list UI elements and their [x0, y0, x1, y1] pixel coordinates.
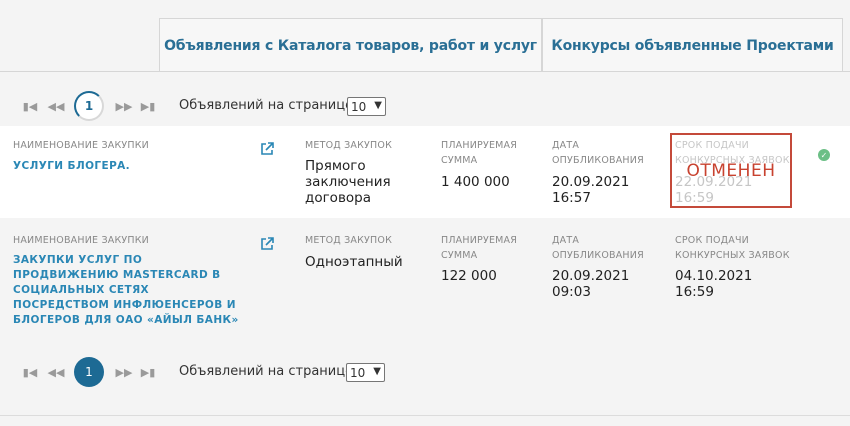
first-page-icon[interactable]: ▮◀ [20, 366, 40, 379]
last-page-icon[interactable]: ▶▮ [138, 366, 158, 379]
per-page-label: Объявлений на странице [179, 98, 354, 113]
check-circle-icon: ✓ [818, 149, 830, 161]
tab-catalog-announcements[interactable]: Объявления с Каталога товаров, работ и у… [159, 18, 542, 72]
stamp-text: ОТМЕНЕН [686, 161, 776, 181]
published-date-label: Дата опубликования [552, 140, 644, 166]
planned-sum-label: Планируемая сумма [441, 140, 518, 166]
method-value: Прямого заключения договора [305, 158, 391, 206]
last-page-icon[interactable]: ▶▮ [138, 100, 158, 113]
external-link-icon[interactable] [260, 237, 274, 251]
method-label: Метод закупок [305, 235, 393, 246]
per-page-select[interactable]: 10 ▼ [346, 363, 385, 382]
cancelled-stamp: ОТМЕНЕН [670, 133, 792, 208]
table-row: Наименование закупки Закупки услуг по пр… [0, 222, 850, 332]
method-value: Одноэтапный [305, 254, 403, 270]
external-link-icon[interactable] [260, 142, 274, 156]
per-page-select[interactable]: 10 ▼ [347, 97, 386, 116]
published-date-value: 20.09.2021 09:03 [552, 268, 630, 300]
per-page-value: 10 [351, 99, 367, 114]
pager-top: ▮◀ ◀◀ 1 ▶▶ ▶▮ Объявлений на странице 10 ▼ [0, 89, 850, 123]
published-date-label: Дата опубликования [552, 235, 644, 261]
deadline-label: Срок подачи конкурсных заявок [675, 235, 790, 261]
tab-project-tenders[interactable]: Конкурсы объявленные Проектами [542, 18, 843, 72]
next-page-icon[interactable]: ▶▶ [114, 366, 134, 379]
name-label: Наименование закупки [13, 140, 149, 151]
page-number-button[interactable]: 1 [74, 357, 104, 387]
purchase-title-link[interactable]: Услуги блогера. [13, 159, 243, 174]
tabs-bar: Объявления с Каталога товаров, работ и у… [0, 0, 850, 72]
chevron-down-icon: ▼ [373, 366, 381, 377]
chevron-down-icon: ▼ [374, 100, 382, 111]
footer-divider [0, 415, 850, 416]
prev-page-icon[interactable]: ◀◀ [46, 100, 66, 113]
per-page-value: 10 [350, 365, 366, 380]
name-label: Наименование закупки [13, 235, 149, 246]
purchase-title-link[interactable]: Закупки услуг по продвижению MASTERCARD … [13, 253, 245, 328]
published-date-value: 20.09.2021 16:57 [552, 174, 630, 206]
prev-page-icon[interactable]: ◀◀ [46, 366, 66, 379]
page-number-button[interactable]: 1 [74, 91, 104, 121]
method-label: Метод закупок [305, 140, 393, 151]
planned-sum-label: Планируемая сумма [441, 235, 518, 261]
pager-bottom: ▮◀ ◀◀ 1 ▶▶ ▶▮ Объявлений на странице 10 ▼ [0, 355, 850, 389]
procurement-page: Объявления с Каталога товаров, работ и у… [0, 0, 850, 426]
planned-sum-value: 1 400 000 [441, 174, 510, 190]
next-page-icon[interactable]: ▶▶ [114, 100, 134, 113]
tabs-divider [0, 71, 850, 72]
planned-sum-value: 122 000 [441, 268, 497, 284]
per-page-label: Объявлений на странице [179, 364, 354, 379]
deadline-value: 04.10.2021 16:59 [675, 268, 753, 300]
first-page-icon[interactable]: ▮◀ [20, 100, 40, 113]
